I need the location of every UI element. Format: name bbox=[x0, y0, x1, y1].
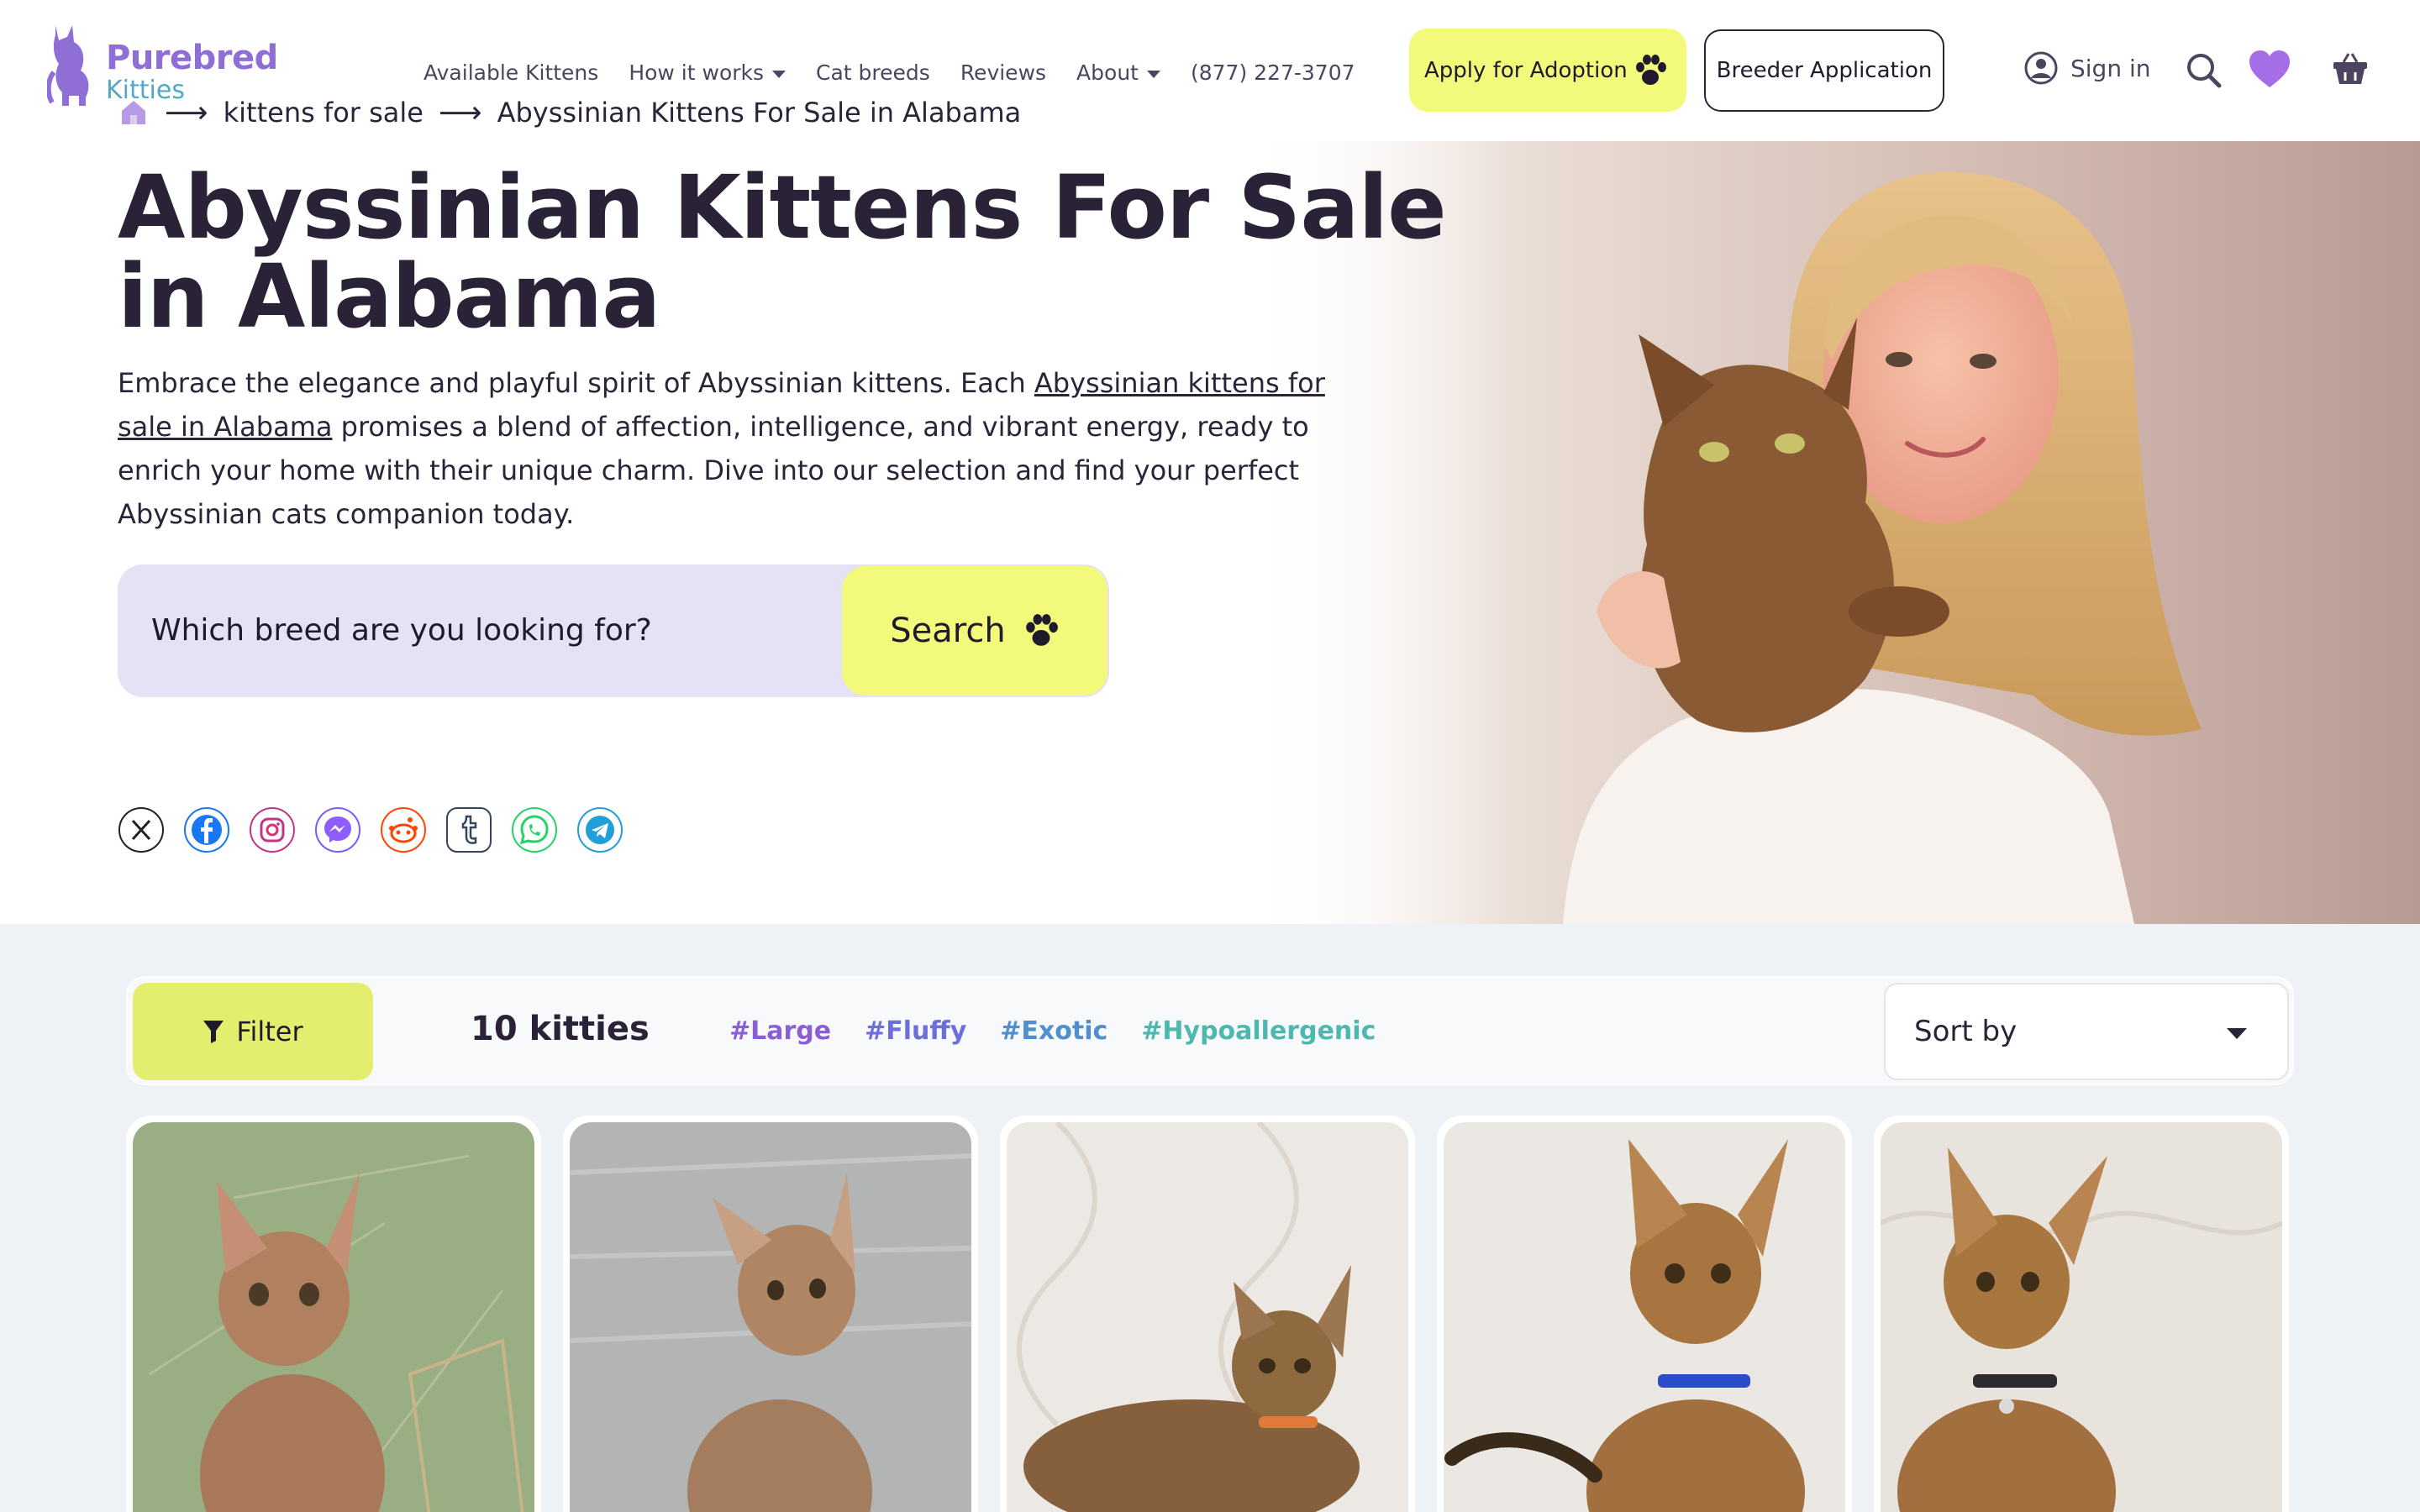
chevron-down-icon bbox=[2227, 1028, 2247, 1039]
paw-icon bbox=[1025, 614, 1058, 646]
breed-search-input[interactable] bbox=[151, 606, 807, 654]
messenger-icon[interactable] bbox=[314, 806, 361, 853]
kitten-card[interactable] bbox=[1000, 1116, 1415, 1512]
whatsapp-icon[interactable] bbox=[511, 806, 558, 853]
nav-item-available-kittens[interactable]: Available Kittens bbox=[424, 60, 598, 85]
kitten-card-grid bbox=[126, 1116, 2294, 1512]
hero-section: Abyssinian Kittens For Sale in Alabama E… bbox=[0, 141, 2420, 924]
sort-by-label: Sort by bbox=[1914, 1015, 2018, 1048]
cat-logo-icon bbox=[47, 25, 89, 106]
hero-description: Embrace the elegance and playful spirit … bbox=[118, 361, 1344, 536]
basket-icon[interactable] bbox=[2332, 50, 2369, 87]
paw-icon bbox=[1636, 55, 1666, 85]
kitten-photo bbox=[1007, 1120, 1408, 1512]
kitten-photo bbox=[569, 1122, 972, 1512]
filter-button[interactable]: Filter bbox=[133, 983, 373, 1080]
nav-item-cat-breeds[interactable]: Cat breeds bbox=[816, 60, 930, 85]
home-icon[interactable] bbox=[119, 98, 148, 127]
kitten-card[interactable] bbox=[1437, 1116, 1852, 1512]
breeder-application-button[interactable]: Breeder Application bbox=[1704, 29, 1944, 112]
nav-item-label: Reviews bbox=[960, 60, 1047, 85]
filter-bar: Filter 10 kitties #Large #Fluffy #Exotic #H… bbox=[126, 976, 2294, 1085]
x-icon[interactable] bbox=[118, 806, 165, 853]
hero-description-text: Embrace the elegance and playful spirit … bbox=[118, 367, 1034, 399]
filter-button-label: Filter bbox=[236, 1016, 303, 1047]
sign-in-label: Sign in bbox=[2070, 54, 2151, 82]
social-share-bar bbox=[118, 806, 623, 853]
nav-item-label: (877) 227-3707 bbox=[1190, 60, 1355, 85]
user-icon bbox=[2024, 51, 2058, 85]
nav-item-label: Cat breeds bbox=[816, 60, 930, 85]
kitten-card[interactable] bbox=[1874, 1116, 2289, 1512]
breadcrumb-item-kittens[interactable]: kittens for sale bbox=[224, 97, 424, 129]
nav-item-877-227-3707[interactable]: (877) 227-3707 bbox=[1191, 60, 1355, 85]
nav-item-reviews[interactable]: Reviews bbox=[960, 60, 1046, 85]
breadcrumb-arrow-icon: ⟶ bbox=[165, 95, 208, 130]
chevron-down-icon bbox=[1146, 70, 1160, 78]
logo-wordmark-primary: Purebred bbox=[106, 39, 278, 77]
page-title: Abyssinian Kittens For Sale in Alabama bbox=[118, 156, 1447, 348]
search-button[interactable]: Search bbox=[842, 566, 1107, 696]
heart-icon[interactable] bbox=[2248, 49, 2291, 89]
result-count: 10 kitties bbox=[471, 1010, 650, 1048]
funnel-icon bbox=[203, 1021, 224, 1043]
nav-item-about[interactable]: About bbox=[1076, 60, 1160, 85]
search-icon[interactable] bbox=[2186, 52, 2223, 89]
chevron-down-icon bbox=[772, 70, 786, 78]
kitten-photo bbox=[133, 1122, 534, 1512]
tag-list: #Large #Fluffy #Exotic #Hypoallergenic bbox=[729, 1016, 1376, 1046]
nav-item-label: About bbox=[1076, 60, 1139, 85]
telegram-icon[interactable] bbox=[576, 806, 623, 853]
nav-item-label: How it works bbox=[629, 60, 765, 85]
sign-in-link[interactable]: Sign in bbox=[2023, 50, 2151, 86]
sort-by-dropdown[interactable]: Sort by bbox=[1884, 983, 2289, 1080]
nav-item-label: Available Kittens bbox=[424, 60, 599, 85]
kitten-listing-section: Filter 10 kitties #Large #Fluffy #Exotic #H… bbox=[0, 924, 2420, 1512]
tag-fluffy[interactable]: #Fluffy bbox=[865, 1016, 966, 1046]
nav-item-how-it-works[interactable]: How it works bbox=[629, 60, 786, 85]
kitten-card[interactable] bbox=[563, 1116, 978, 1512]
reddit-icon[interactable] bbox=[380, 806, 427, 853]
kitten-photo bbox=[1444, 1122, 1845, 1512]
kitten-photo bbox=[1879, 1122, 2284, 1512]
breed-search-box: Search bbox=[118, 564, 1109, 697]
apply-adoption-button[interactable]: Apply for Adoption bbox=[1409, 29, 1686, 112]
facebook-icon[interactable] bbox=[183, 806, 230, 853]
kitten-card[interactable] bbox=[126, 1116, 541, 1512]
apply-adoption-label: Apply for Adoption bbox=[1424, 57, 1628, 83]
tag-exotic[interactable]: #Exotic bbox=[1000, 1016, 1107, 1046]
instagram-icon[interactable] bbox=[249, 806, 296, 853]
breadcrumb-arrow-icon: ⟶ bbox=[438, 95, 482, 130]
tumblr-icon[interactable] bbox=[445, 806, 492, 853]
search-button-label: Search bbox=[890, 612, 1006, 650]
tag-hypoallergenic[interactable]: #Hypoallergenic bbox=[1141, 1016, 1376, 1046]
breadcrumb: ⟶ kittens for sale ⟶ Abyssinian Kittens … bbox=[119, 94, 1021, 131]
breadcrumb-item-current: Abyssinian Kittens For Sale in Alabama bbox=[497, 97, 1022, 129]
main-nav: Available Kittens How it works Cat breeds R… bbox=[424, 55, 1386, 89]
tag-large[interactable]: #Large bbox=[729, 1016, 831, 1046]
